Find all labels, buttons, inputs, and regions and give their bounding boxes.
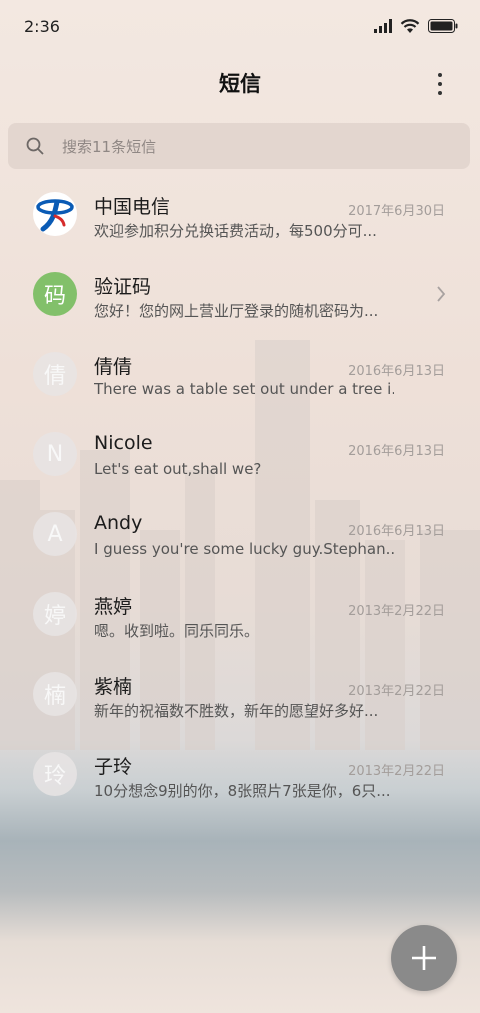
conversation-date: 2016年6月13日 <box>348 364 445 379</box>
conversation-snippet: 您好！您的网上营业厅登录的随机密码为... <box>94 302 379 320</box>
battery-icon <box>428 19 458 33</box>
avatar: 玲 <box>33 752 77 796</box>
avatar: 婷 <box>33 592 77 636</box>
avatar: 码 <box>33 272 77 316</box>
chevron-right-icon <box>437 286 446 302</box>
conversation-item[interactable]: 码 验证码 您好！您的网上营业厅登录的随机密码为... <box>0 258 480 338</box>
conversation-item[interactable]: 玲 子玲 2013年2月22日 10分想念9别的你，8张照片7张是你，6只... <box>0 738 480 818</box>
status-time: 2:36 <box>24 16 60 36</box>
conversation-date: 2013年2月22日 <box>348 604 445 619</box>
conversation-snippet: 欢迎参加积分兑换话费活动，每500分可... <box>94 222 377 240</box>
conversation-item[interactable]: 中国电信 2017年6月30日 欢迎参加积分兑换话费活动，每500分可... <box>0 178 480 258</box>
conversation-name: 紫楠 <box>94 676 133 698</box>
conversation-snippet: 嗯。收到啦。同乐同乐。 <box>94 622 260 640</box>
conversation-name: 中国电信 <box>94 196 171 218</box>
conversation-snippet: 10分想念9别的你，8张照片7张是你，6只... <box>94 782 391 800</box>
avatar: N <box>33 432 77 476</box>
avatar: 楠 <box>33 672 77 716</box>
avatar: 倩 <box>33 352 77 396</box>
conversation-snippet: There was a table set out under a tree i… <box>94 380 394 398</box>
conversation-snippet: 新年的祝福数不胜数，新年的愿望好多好... <box>94 702 379 720</box>
conversation-item[interactable]: 楠 紫楠 2013年2月22日 新年的祝福数不胜数，新年的愿望好多好... <box>0 658 480 738</box>
wifi-icon <box>400 18 420 33</box>
conversation-item[interactable]: 婷 燕婷 2013年2月22日 嗯。收到啦。同乐同乐。 <box>0 578 480 658</box>
page-title: 短信 <box>219 72 261 96</box>
search-icon <box>26 137 44 155</box>
signal-icon <box>374 19 392 33</box>
conversation-item[interactable]: A Andy 2016年6月13日 I guess you're some lu… <box>0 498 480 578</box>
search-bar[interactable]: 搜索11条短信 <box>8 123 470 169</box>
avatar: A <box>33 512 77 556</box>
conversation-name: Nicole <box>94 432 153 454</box>
more-icon <box>438 73 442 77</box>
conversation-snippet: I guess you're some lucky guy.Stephan... <box>94 540 394 558</box>
conversation-date: 2017年6月30日 <box>348 204 445 219</box>
conversation-name: 验证码 <box>94 276 152 298</box>
plus-icon <box>412 946 436 970</box>
more-options-button[interactable] <box>430 70 450 98</box>
conversation-item[interactable]: 倩 倩倩 2016年6月13日 There was a table set ou… <box>0 338 480 418</box>
conversation-item[interactable]: N Nicole 2016年6月13日 Let's eat out,shall … <box>0 418 480 498</box>
status-icons <box>374 18 458 34</box>
title-bar: 短信 <box>0 58 480 108</box>
conversation-name: 倩倩 <box>94 356 133 378</box>
status-bar: 2:36 <box>0 0 480 52</box>
conversation-date: 2013年2月22日 <box>348 764 445 779</box>
conversation-snippet: Let's eat out,shall we? <box>94 460 262 478</box>
conversation-list: 中国电信 2017年6月30日 欢迎参加积分兑换话费活动，每500分可... 码… <box>0 178 480 818</box>
new-message-button[interactable] <box>391 925 457 991</box>
conversation-name: 燕婷 <box>94 596 133 618</box>
china-telecom-logo <box>33 192 77 236</box>
search-placeholder: 搜索11条短信 <box>62 137 157 156</box>
conversation-date: 2016年6月13日 <box>348 524 445 539</box>
conversation-name: 子玲 <box>94 756 133 778</box>
conversation-date: 2013年2月22日 <box>348 684 445 699</box>
conversation-name: Andy <box>94 512 143 534</box>
conversation-date: 2016年6月13日 <box>348 444 445 459</box>
